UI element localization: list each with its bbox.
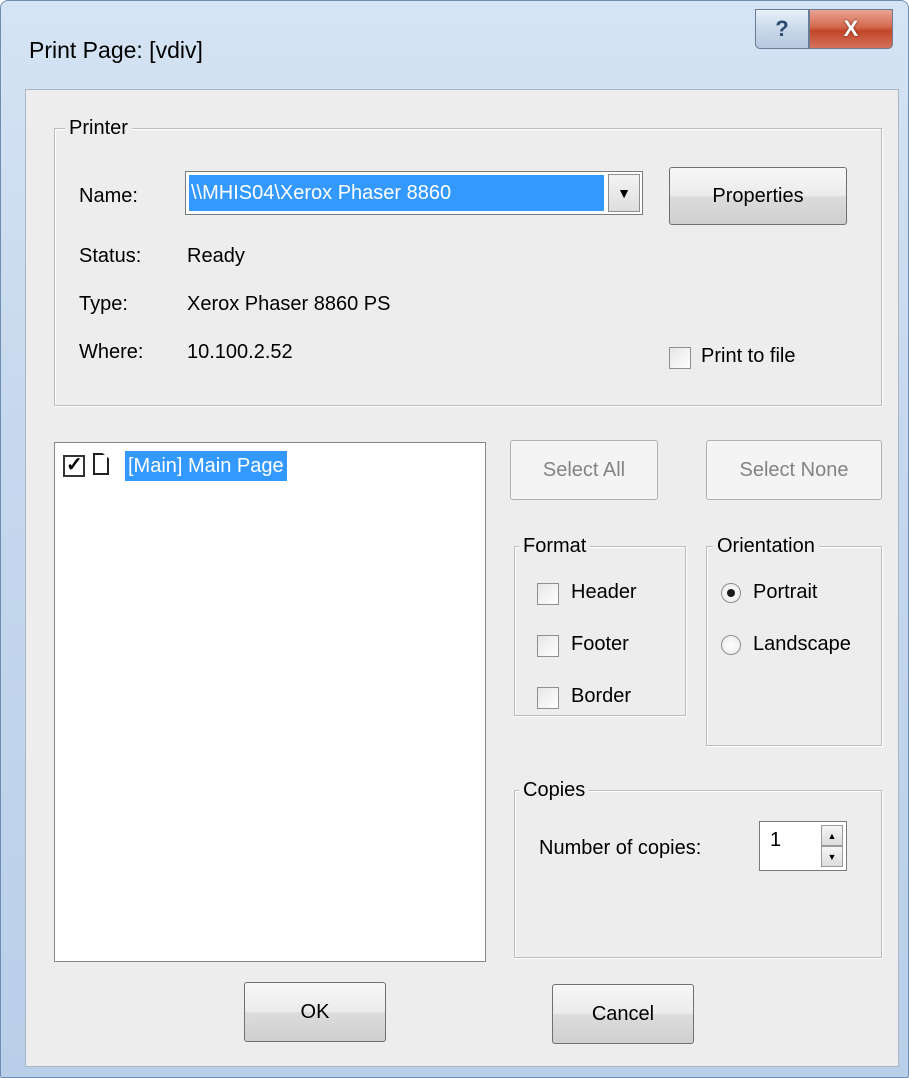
printer-group-label: Printer <box>65 115 132 141</box>
spin-up-icon[interactable]: ▲ <box>821 825 843 846</box>
spin-down-icon[interactable]: ▼ <box>821 846 843 867</box>
help-icon: ? <box>775 16 789 41</box>
format-group: Format Header Footer Border <box>514 533 686 716</box>
title-bar[interactable]: Print Page: [vdiv] ? X <box>1 1 908 89</box>
ok-button[interactable]: OK <box>244 982 386 1042</box>
status-value: Ready <box>187 245 245 267</box>
dropdown-arrow-icon[interactable]: ▼ <box>608 174 640 212</box>
page-include-checkbox[interactable]: ✓ <box>63 454 85 477</box>
copies-value[interactable]: 1 <box>770 829 781 852</box>
cancel-button[interactable]: Cancel <box>552 984 694 1044</box>
orientation-group-label: Orientation <box>713 533 819 559</box>
landscape-label[interactable]: Landscape <box>753 633 851 656</box>
printer-name-value: \\MHIS04\Xerox Phaser 8860 <box>189 175 604 211</box>
copies-group: Copies Number of copies: 1 ▲ ▼ <box>514 777 882 958</box>
page-list[interactable]: ✓ [Main] Main Page <box>54 442 486 962</box>
window-title: Print Page: [vdiv] <box>29 37 203 63</box>
footer-label[interactable]: Footer <box>571 633 629 656</box>
printer-group: Printer Name: \\MHIS04\Xerox Phaser 8860… <box>54 115 882 406</box>
border-checkbox[interactable] <box>537 687 559 709</box>
orientation-group: Orientation Portrait Landscape <box>706 533 882 746</box>
ok-button-label: OK <box>300 1000 330 1023</box>
help-button[interactable]: ? <box>755 9 809 49</box>
type-label: Type: <box>79 293 128 315</box>
footer-checkbox[interactable] <box>537 635 559 657</box>
where-value: 10.100.2.52 <box>187 341 293 363</box>
printer-name-label: Name: <box>79 185 138 207</box>
copies-group-label: Copies <box>519 777 590 803</box>
portrait-label[interactable]: Portrait <box>753 581 817 604</box>
page-item-label[interactable]: [Main] Main Page <box>125 451 287 481</box>
copies-spinner-buttons: ▲ ▼ <box>821 825 843 867</box>
radio-selected-dot-icon <box>727 589 735 597</box>
cancel-button-label: Cancel <box>591 1002 655 1025</box>
print-to-file-label[interactable]: Print to file <box>701 345 795 368</box>
print-dialog-window: Print Page: [vdiv] ? X Printer Name: \\M… <box>0 0 909 1078</box>
number-of-copies-label: Number of copies: <box>539 837 702 859</box>
portrait-radio[interactable] <box>721 583 741 603</box>
list-item[interactable]: ✓ [Main] Main Page <box>55 443 485 483</box>
select-all-label: Select All <box>542 458 626 481</box>
header-label[interactable]: Header <box>571 581 637 604</box>
header-checkbox[interactable] <box>537 583 559 605</box>
select-none-label: Select None <box>739 458 849 481</box>
status-label: Status: <box>79 245 142 267</box>
close-button[interactable]: X <box>809 9 893 49</box>
where-label: Where: <box>79 341 144 363</box>
select-none-button[interactable]: Select None <box>706 440 882 500</box>
select-all-button[interactable]: Select All <box>510 440 658 500</box>
landscape-radio[interactable] <box>721 635 741 655</box>
type-value: Xerox Phaser 8860 PS <box>187 293 391 315</box>
border-label[interactable]: Border <box>571 685 631 708</box>
close-icon: X <box>843 16 859 41</box>
properties-button[interactable]: Properties <box>669 167 847 225</box>
printer-name-dropdown[interactable]: \\MHIS04\Xerox Phaser 8860 ▼ <box>185 171 643 215</box>
print-to-file-checkbox[interactable] <box>669 347 691 369</box>
format-group-label: Format <box>519 533 591 559</box>
properties-button-label: Properties <box>712 184 804 207</box>
dialog-body: Printer Name: \\MHIS04\Xerox Phaser 8860… <box>25 89 899 1067</box>
copies-spinner[interactable]: 1 ▲ ▼ <box>759 821 847 871</box>
checkmark-icon: ✓ <box>66 454 83 476</box>
page-icon <box>93 453 109 475</box>
